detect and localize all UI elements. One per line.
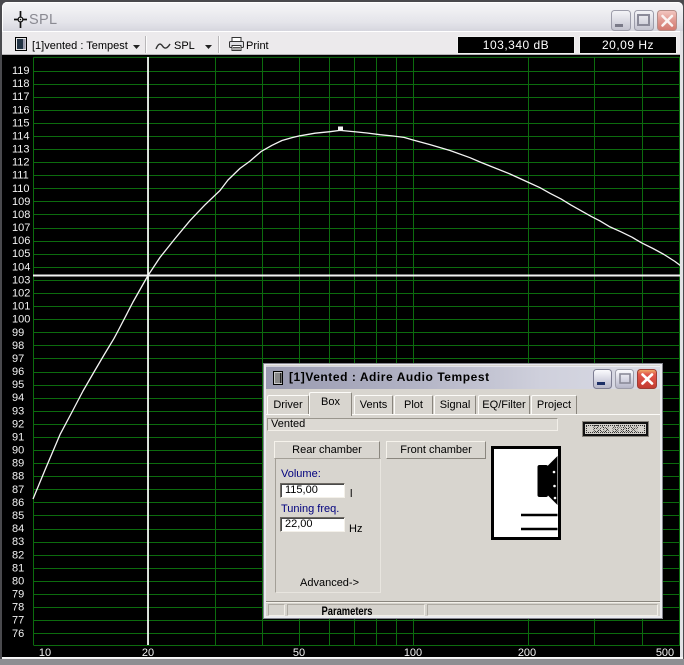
svg-text:80: 80 [12,575,24,587]
svg-text:82: 82 [12,549,24,561]
svg-text:109: 109 [12,196,30,208]
svg-text:96: 96 [12,366,24,378]
svg-text:86: 86 [12,497,24,509]
svg-text:119: 119 [12,65,30,77]
svg-text:116: 116 [12,104,30,116]
svg-text:104: 104 [12,261,30,273]
svg-text:107: 107 [12,222,30,234]
svg-text:106: 106 [12,235,30,247]
svg-text:111: 111 [12,170,29,182]
svg-text:77: 77 [12,615,24,627]
svg-text:99: 99 [12,327,24,339]
svg-text:101: 101 [12,301,30,313]
svg-text:88: 88 [12,471,24,483]
svg-text:79: 79 [12,589,24,601]
svg-text:91: 91 [12,432,24,444]
svg-text:83: 83 [12,536,24,548]
svg-text:103: 103 [12,274,30,286]
svg-text:76: 76 [12,628,24,640]
svg-text:94: 94 [12,392,24,404]
svg-text:85: 85 [12,510,24,522]
svg-text:92: 92 [12,418,24,430]
svg-text:78: 78 [12,602,24,614]
svg-text:110: 110 [12,183,30,195]
svg-text:100: 100 [12,314,30,326]
svg-text:118: 118 [12,78,30,90]
svg-text:87: 87 [12,484,24,496]
svg-text:89: 89 [12,458,24,470]
svg-text:105: 105 [12,248,30,260]
svg-text:115: 115 [12,117,30,129]
svg-text:112: 112 [12,157,30,169]
svg-text:90: 90 [12,445,24,457]
svg-text:95: 95 [12,379,24,391]
svg-text:97: 97 [12,353,24,365]
svg-text:114: 114 [12,130,30,142]
svg-text:113: 113 [12,144,30,156]
svg-text:102: 102 [12,288,30,300]
svg-text:117: 117 [12,91,30,103]
svg-text:84: 84 [12,523,24,535]
svg-text:108: 108 [12,209,30,221]
svg-text:98: 98 [12,340,24,352]
svg-text:93: 93 [12,405,24,417]
svg-text:81: 81 [12,562,24,574]
